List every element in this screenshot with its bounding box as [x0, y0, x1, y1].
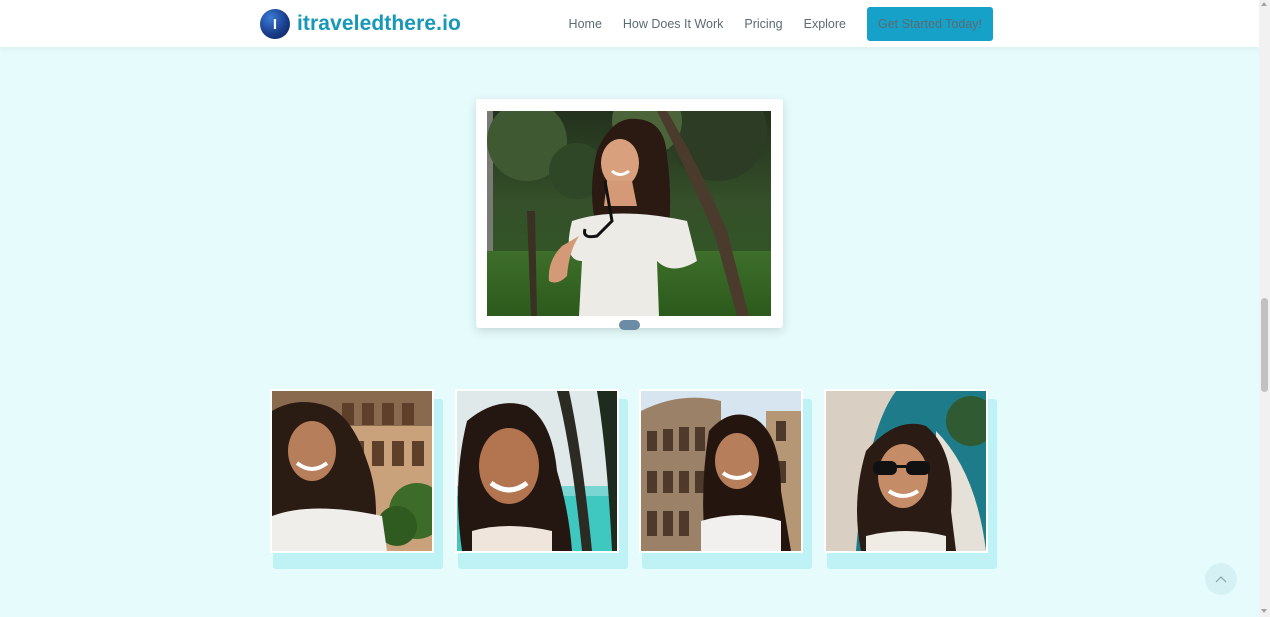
sunglasses-portrait-icon: [826, 391, 986, 551]
scroll-to-top-button[interactable]: [1205, 563, 1237, 595]
brand-link[interactable]: I itraveledthere.io: [260, 9, 461, 39]
thumb-photo: [639, 389, 803, 553]
gallery-item[interactable]: [455, 389, 628, 569]
brand-logo-icon: I: [260, 9, 290, 39]
colosseum-portrait-icon: [272, 391, 432, 551]
portrait-photo-icon: [487, 111, 771, 316]
nav-explore[interactable]: Explore: [804, 17, 846, 31]
gallery-item[interactable]: [824, 389, 997, 569]
scrollbar-thumb[interactable]: [1261, 298, 1268, 392]
feature-image-frame: [476, 99, 783, 330]
scroll-down-arrow-icon[interactable]: [1261, 609, 1267, 613]
feature-photo[interactable]: [487, 111, 771, 316]
page-scrollbar[interactable]: [1259, 0, 1270, 617]
site-header: I itraveledthere.io Home How Does It Wor…: [0, 0, 1259, 47]
colosseum-portrait-2-icon: [641, 391, 801, 551]
get-started-button[interactable]: Get Started Today!: [867, 7, 993, 41]
beach-palm-portrait-icon: [457, 391, 617, 551]
nav-how-does-it-work[interactable]: How Does It Work: [623, 17, 724, 31]
thumb-photo: [455, 389, 619, 553]
thumb-photo: [270, 389, 434, 553]
brand-name: itraveledthere.io: [297, 12, 461, 35]
slider-handle[interactable]: [619, 320, 640, 330]
scroll-up-arrow-icon[interactable]: [1261, 2, 1267, 6]
thumb-photo: [824, 389, 988, 553]
gallery-item[interactable]: [270, 389, 443, 569]
page: I itraveledthere.io Home How Does It Wor…: [0, 0, 1259, 617]
nav-pricing[interactable]: Pricing: [744, 17, 782, 31]
chevron-up-icon: [1215, 576, 1227, 583]
gallery-item[interactable]: [639, 389, 812, 569]
main-nav: Home How Does It Work Pricing Explore Ge…: [548, 7, 993, 41]
nav-home[interactable]: Home: [569, 17, 602, 31]
